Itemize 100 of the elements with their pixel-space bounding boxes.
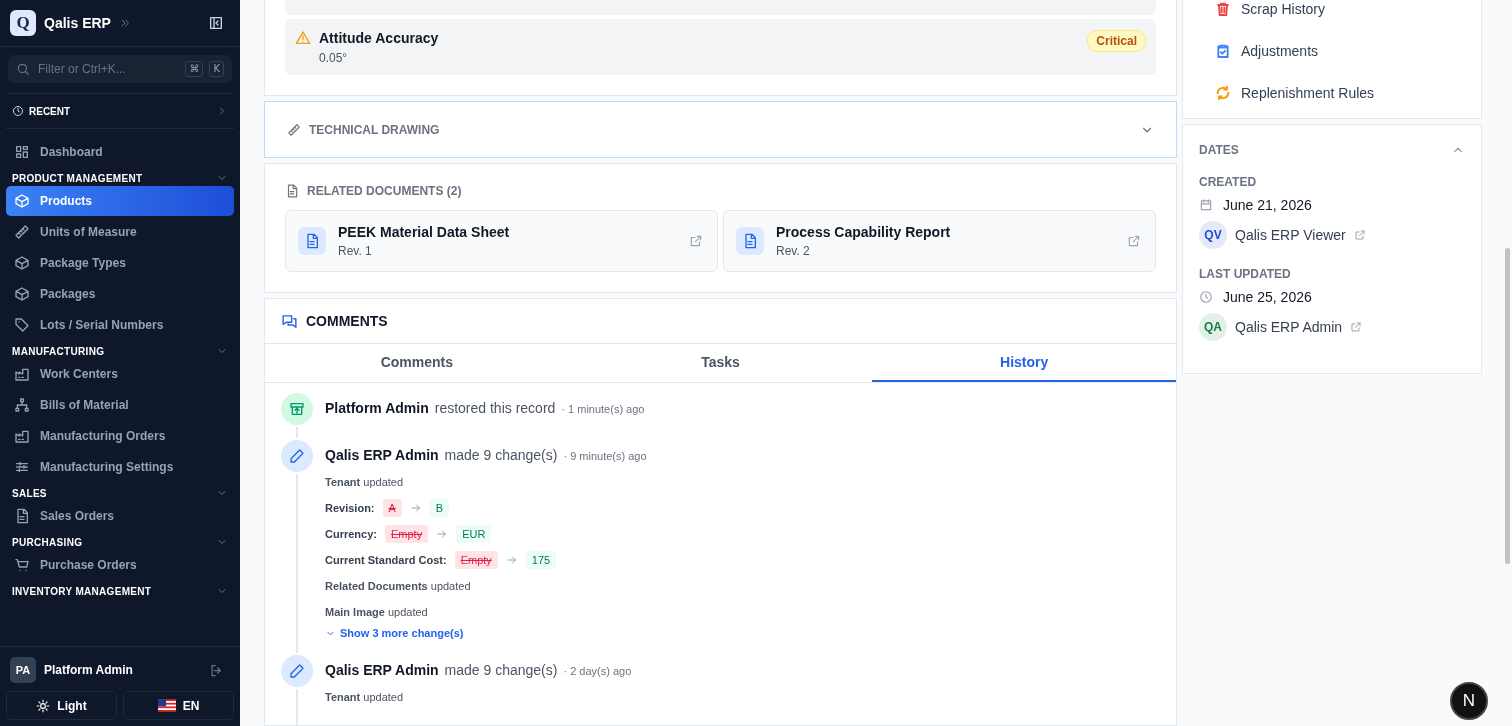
scrollbar[interactable] — [1505, 248, 1510, 564]
related-link[interactable]: Adjustments — [1215, 30, 1481, 72]
history-user: Qalis ERP Admin — [325, 662, 439, 678]
document-icon — [298, 227, 326, 255]
theme-button[interactable]: Light — [6, 691, 117, 720]
new-value: B — [429, 499, 450, 517]
history-user: Qalis ERP Admin — [325, 447, 439, 463]
box-icon — [14, 286, 30, 302]
history-action: restored this record — [434, 400, 556, 416]
recent-label[interactable]: RECENT — [29, 105, 71, 117]
document-revision: Rev. 2 — [776, 244, 811, 258]
clock-icon — [1199, 290, 1213, 304]
sidebar-item[interactable]: Packages — [6, 279, 234, 309]
section-heading[interactable]: MANUFACTURING — [12, 345, 105, 357]
old-value: A — [382, 499, 402, 517]
sidebar-item[interactable]: Bills of Material — [6, 390, 234, 420]
history-time: · 9 minute(s) ago — [563, 450, 647, 462]
comments-title: COMMENTS — [306, 313, 388, 329]
sidebar-item[interactable]: Purchase Orders — [6, 550, 234, 580]
related-link[interactable]: Replenishment Rules — [1215, 72, 1481, 114]
spec-name: Attitude Accuracy — [319, 30, 440, 46]
section-heading[interactable]: SALES — [12, 487, 47, 499]
change-field: Current Standard Cost: — [325, 554, 447, 566]
document-card[interactable]: Process Capability Report Rev. 2 — [723, 210, 1156, 272]
document-icon — [736, 227, 764, 255]
brand-name[interactable]: Qalis ERP — [44, 15, 111, 31]
sidebar-item[interactable]: Package Types — [6, 248, 234, 278]
ruler-icon — [14, 224, 30, 240]
history-time: · 1 minute(s) ago — [561, 403, 645, 415]
external-link-icon[interactable] — [1350, 321, 1363, 333]
history-action: made 9 change(s) — [444, 662, 558, 678]
sidebar-item[interactable]: Manufacturing Settings — [6, 452, 234, 482]
sliders-icon — [14, 459, 30, 475]
user-name: Platform Admin — [44, 663, 133, 677]
tag-icon — [14, 317, 30, 333]
search-icon — [16, 62, 30, 76]
sidebar-item[interactable]: Lots / Serial Numbers — [6, 310, 234, 340]
date-value: June 21, 2026 — [1223, 197, 1312, 213]
user-link[interactable]: Qalis ERP Admin — [1235, 319, 1343, 335]
tree-icon — [14, 397, 30, 413]
pencil-icon — [281, 655, 313, 687]
warning-icon — [295, 30, 311, 46]
dev-badge[interactable]: N — [1450, 682, 1488, 720]
tab[interactable]: Tasks — [568, 344, 873, 382]
related-link[interactable]: Scrap History — [1215, 0, 1481, 30]
spec-value: 0.05° — [319, 51, 349, 65]
clock-icon — [12, 105, 24, 117]
history-time: · 2 day(s) ago — [563, 665, 632, 677]
tab[interactable]: History — [872, 344, 1176, 382]
shortcut-key: K — [209, 61, 224, 77]
section-title: DATES — [1199, 143, 1239, 157]
logo[interactable]: Q — [10, 10, 36, 36]
document-name: PEEK Material Data Sheet — [338, 224, 511, 240]
sidebar-toggle-icon[interactable] — [208, 15, 224, 31]
calendar-icon — [1199, 198, 1213, 212]
sidebar-item[interactable]: Sales Orders — [6, 501, 234, 531]
flag-icon — [157, 699, 176, 712]
ruler-icon — [287, 122, 301, 137]
sidebar-item[interactable]: Products — [6, 186, 234, 216]
show-more-link[interactable]: Show 3 more change(s) — [325, 627, 464, 639]
factory-icon — [14, 366, 30, 382]
section-heading[interactable]: PURCHASING — [12, 536, 83, 548]
sidebar-item[interactable]: Units of Measure — [6, 217, 234, 247]
sidebar-item[interactable]: Dashboard — [6, 137, 234, 167]
date-value: June 25, 2026 — [1223, 289, 1312, 305]
external-link-icon[interactable] — [1353, 229, 1366, 241]
search-bar[interactable]: Filter or Ctrl+K... ⌘ K — [8, 55, 232, 83]
user-avatar[interactable]: PA — [10, 657, 36, 683]
external-link-icon[interactable] — [1127, 234, 1141, 248]
change-note: Tenant updated — [325, 691, 404, 703]
collapsible-section[interactable]: TECHNICAL DRAWING — [264, 101, 1177, 158]
change-field: Currency: — [325, 528, 377, 540]
search-input[interactable]: Filter or Ctrl+K... — [36, 61, 180, 77]
change-note: Related Documents updated — [325, 580, 471, 592]
section-heading[interactable]: PRODUCT MANAGEMENT — [12, 172, 143, 184]
dashboard-icon — [14, 144, 30, 160]
document-name: Process Capability Report — [776, 224, 952, 240]
external-link-icon[interactable] — [689, 234, 703, 248]
arrow-right-icon — [505, 554, 518, 566]
logout-icon[interactable] — [209, 662, 224, 678]
user-avatar: QA — [1199, 313, 1227, 341]
sun-icon — [36, 698, 51, 713]
document-card[interactable]: PEEK Material Data Sheet Rev. 1 — [285, 210, 718, 272]
section-heading[interactable]: INVENTORY MANAGEMENT — [12, 585, 152, 597]
date-label: CREATED — [1199, 175, 1258, 189]
document-revision: Rev. 1 — [338, 244, 373, 258]
box-icon — [14, 255, 30, 271]
restore-icon — [281, 393, 313, 425]
new-value: EUR — [456, 525, 492, 543]
old-value: Empty — [454, 551, 498, 569]
severity-badge: Critical — [1087, 30, 1146, 52]
arrow-right-icon — [409, 502, 422, 514]
language-button[interactable]: EN — [123, 691, 234, 720]
sidebar-item[interactable]: Work Centers — [6, 359, 234, 389]
tab[interactable]: Comments — [265, 344, 569, 382]
history-user: Platform Admin — [325, 400, 429, 416]
user-link[interactable]: Qalis ERP Viewer — [1235, 227, 1346, 243]
section-title: TECHNICAL DRAWING — [309, 122, 440, 137]
shortcut-key: ⌘ — [185, 61, 204, 77]
sidebar-item[interactable]: Manufacturing Orders — [6, 421, 234, 451]
